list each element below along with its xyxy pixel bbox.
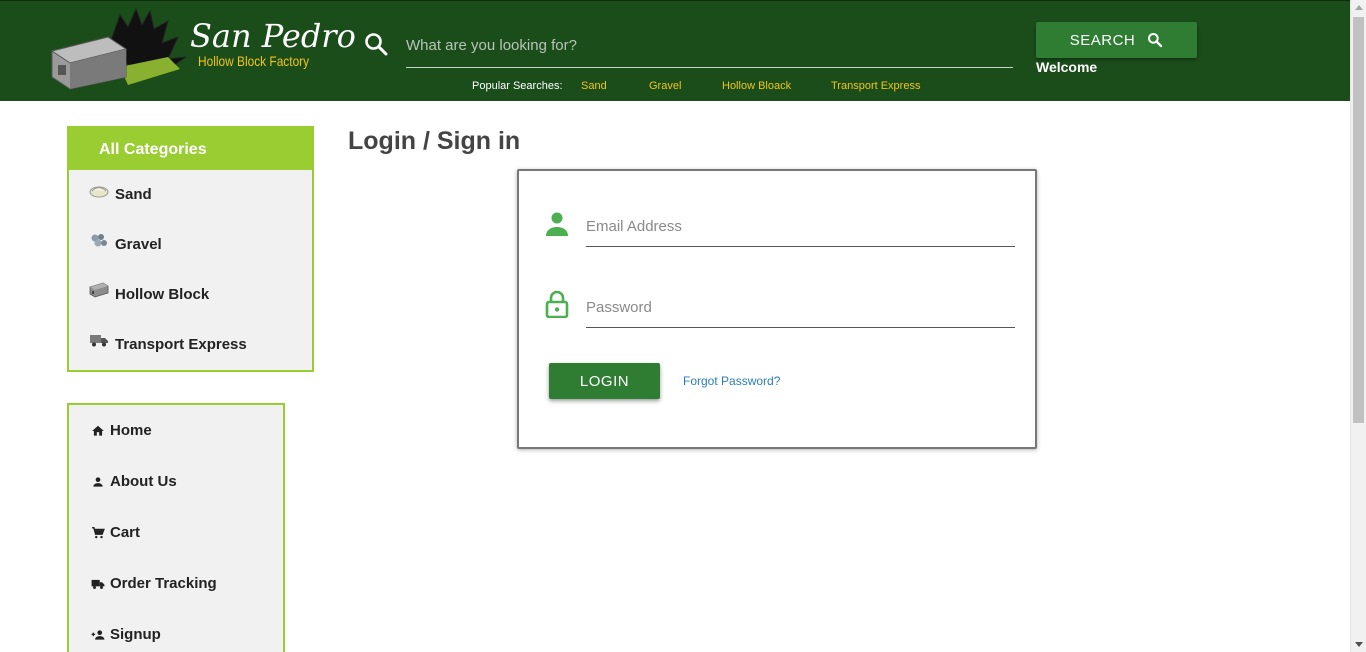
login-button[interactable]: LOGIN (549, 363, 660, 399)
category-item-transport-express[interactable]: Transport Express (89, 334, 247, 353)
password-field[interactable] (586, 288, 1015, 328)
categories-panel: All Categories Sand Gravel Hollow Block … (67, 126, 314, 372)
search-button-label: SEARCH (1069, 31, 1136, 49)
category-label: Gravel (115, 236, 162, 253)
nav-item-about-us[interactable]: About Us (91, 473, 177, 490)
popular-link-hollow-block[interactable]: Hollow Bloack (722, 80, 791, 92)
category-label: Hollow Block (115, 286, 210, 303)
sand-icon (89, 186, 109, 197)
nav-item-signup[interactable]: Signup (91, 626, 161, 643)
site-nav: Home About Us Cart Order Tracking Signup (67, 403, 285, 652)
nav-item-order-tracking[interactable]: Order Tracking (91, 575, 217, 592)
search-icon (1148, 33, 1163, 48)
category-label: Transport Express (115, 336, 247, 353)
nav-item-home[interactable]: Home (91, 422, 152, 439)
person-icon (546, 212, 568, 236)
page-title: Login / Sign in (348, 127, 521, 155)
popular-link-sand[interactable]: Sand (581, 80, 607, 92)
search-icon[interactable] (364, 32, 388, 56)
cart-icon (92, 526, 105, 538)
welcome-text: Welcome (1036, 59, 1098, 75)
nav-item-cart[interactable]: Cart (91, 524, 140, 541)
truck-icon (90, 334, 108, 346)
popular-link-gravel[interactable]: Gravel (649, 80, 681, 92)
search-input[interactable] (406, 31, 1013, 68)
forgot-password-link[interactable]: Forgot Password? (683, 374, 780, 388)
popular-link-transport-express[interactable]: Transport Express (831, 80, 920, 92)
category-item-gravel[interactable]: Gravel (89, 233, 162, 253)
home-icon (92, 425, 104, 436)
site-logo[interactable]: San Pedro Hollow Block Factory (50, 7, 356, 91)
truck-icon (91, 579, 105, 589)
page: San Pedro Hollow Block Factory Popular S… (0, 0, 1366, 652)
categories-title: All Categories (69, 128, 312, 170)
hollow-block-with-wings-logo (50, 7, 187, 90)
scroll-down-arrow-icon[interactable] (1355, 642, 1363, 647)
hollow-block-icon (89, 282, 109, 297)
scroll-up-arrow-icon[interactable] (1355, 5, 1363, 10)
email-field[interactable] (586, 207, 1015, 247)
nav-label: Cart (110, 524, 141, 541)
nav-label: Home (110, 422, 152, 439)
nav-label: About Us (110, 473, 177, 490)
category-item-hollow-block[interactable]: Hollow Block (89, 282, 210, 303)
page-scrollbar[interactable] (1350, 0, 1366, 652)
site-header: San Pedro Hollow Block Factory Popular S… (0, 0, 1350, 101)
category-item-sand[interactable]: Sand (89, 186, 152, 203)
nav-label: Order Tracking (110, 575, 217, 592)
nav-label: Signup (110, 626, 161, 643)
brand-title: San Pedro (190, 17, 356, 55)
login-form: LOGIN Forgot Password? (517, 169, 1037, 449)
category-label: Sand (115, 186, 152, 203)
person-add-icon (91, 629, 105, 640)
scroll-thumb[interactable] (1353, 17, 1364, 423)
person-icon (93, 476, 103, 487)
gravel-icon (91, 233, 107, 246)
lock-icon (545, 290, 569, 318)
popular-searches-label: Popular Searches: (472, 80, 563, 92)
search-button[interactable]: SEARCH (1036, 22, 1197, 58)
brand-subtitle: Hollow Block Factory (198, 53, 310, 69)
